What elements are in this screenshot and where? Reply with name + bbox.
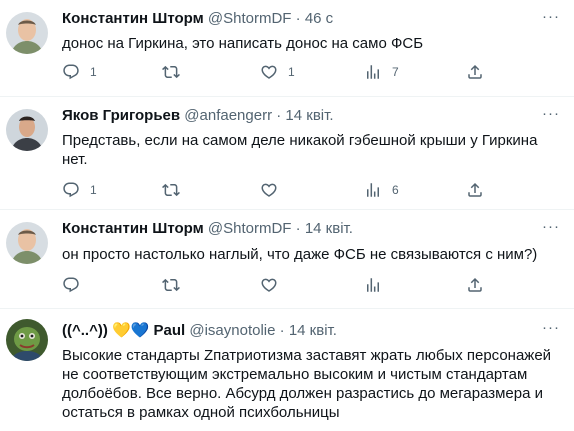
avatar[interactable] xyxy=(6,12,48,54)
like-button[interactable] xyxy=(260,276,278,294)
like-count: 1 xyxy=(288,65,295,79)
like-button[interactable]: 1 xyxy=(260,63,295,81)
reply-button[interactable]: 1 xyxy=(62,63,97,81)
timestamp[interactable]: 14 квіт. xyxy=(285,107,333,124)
separator-dot: · xyxy=(295,220,301,237)
retweet-button[interactable] xyxy=(162,181,190,199)
retweet-icon xyxy=(162,181,180,199)
share-button[interactable] xyxy=(466,63,484,81)
share-icon xyxy=(466,276,484,294)
author-name[interactable]: ((^..^)) 💛💙 Paul xyxy=(62,322,185,339)
separator-dot: · xyxy=(279,322,285,339)
timestamp[interactable]: 46 с xyxy=(305,10,333,27)
tweet-text: он просто настолько наглый, что даже ФСБ… xyxy=(62,246,538,263)
tweet-text: Высокие стандарты Zпатриотизма заставят … xyxy=(62,347,552,421)
author-handle[interactable]: @anfaengerr xyxy=(184,107,272,124)
action-bar xyxy=(62,276,502,296)
author-name[interactable]: Яков Григорьев xyxy=(62,107,180,124)
avatar[interactable] xyxy=(6,319,48,361)
heart-icon xyxy=(260,181,278,199)
tweet[interactable]: Яков Григорьев @anfaengerr · 14 квіт. ··… xyxy=(0,97,574,209)
views-count: 6 xyxy=(392,183,399,197)
views-button[interactable]: 7 xyxy=(364,63,399,81)
reply-button[interactable] xyxy=(62,276,80,294)
reply-icon xyxy=(62,276,80,294)
share-button[interactable] xyxy=(466,181,484,199)
tweet-header: Константин Шторм @ShtormDF · 46 с xyxy=(62,10,333,27)
views-button[interactable] xyxy=(364,276,382,294)
tweet[interactable]: Константин Шторм @ShtormDF · 14 квіт. ··… xyxy=(0,210,574,306)
retweet-icon xyxy=(162,63,180,81)
views-count: 7 xyxy=(392,65,399,79)
more-icon[interactable]: ··· xyxy=(542,8,560,25)
views-icon xyxy=(364,181,382,199)
reply-count: 1 xyxy=(90,183,97,197)
avatar[interactable] xyxy=(6,109,48,151)
avatar[interactable] xyxy=(6,222,48,264)
action-bar: 1 6 xyxy=(62,181,502,201)
author-name[interactable]: Константин Шторм xyxy=(62,220,204,237)
share-icon xyxy=(466,181,484,199)
timestamp[interactable]: 14 квіт. xyxy=(289,322,337,339)
tweet[interactable]: ((^..^)) 💛💙 Paul @isaynotolie · 14 квіт.… xyxy=(0,309,574,431)
tweet-text: Представь, если на самом деле никакой гэ… xyxy=(62,132,538,168)
views-button[interactable]: 6 xyxy=(364,181,399,199)
retweet-button[interactable] xyxy=(162,63,190,81)
action-bar: 1 1 7 xyxy=(62,63,502,83)
views-icon xyxy=(364,276,382,294)
more-icon[interactable]: ··· xyxy=(542,105,560,122)
tweet-header: Константин Шторм @ShtormDF · 14 квіт. xyxy=(62,220,353,237)
share-icon xyxy=(466,63,484,81)
tweet-text: донос на Гиркина, это написать донос на … xyxy=(62,35,424,52)
reply-icon xyxy=(62,181,80,199)
author-handle[interactable]: @ShtormDF xyxy=(208,10,292,27)
reply-button[interactable]: 1 xyxy=(62,181,97,199)
share-button[interactable] xyxy=(466,276,484,294)
separator-dot: · xyxy=(276,107,282,124)
tweet-header: Яков Григорьев @anfaengerr · 14 квіт. xyxy=(62,107,334,124)
tweet[interactable]: Константин Шторм @ShtormDF · 46 с ··· до… xyxy=(0,0,574,96)
retweet-button[interactable] xyxy=(162,276,180,294)
timestamp[interactable]: 14 квіт. xyxy=(305,220,353,237)
views-icon xyxy=(364,63,382,81)
like-button[interactable] xyxy=(260,181,288,199)
separator-dot: · xyxy=(295,10,301,27)
heart-icon xyxy=(260,276,278,294)
author-handle[interactable]: @isaynotolie xyxy=(189,322,275,339)
more-icon[interactable]: ··· xyxy=(542,319,560,336)
reply-count: 1 xyxy=(90,65,97,79)
reply-icon xyxy=(62,63,80,81)
retweet-icon xyxy=(162,276,180,294)
author-handle[interactable]: @ShtormDF xyxy=(208,220,292,237)
tweet-header: ((^..^)) 💛💙 Paul @isaynotolie · 14 квіт. xyxy=(62,321,337,339)
more-icon[interactable]: ··· xyxy=(542,218,560,235)
author-name[interactable]: Константин Шторм xyxy=(62,10,204,27)
heart-icon xyxy=(260,63,278,81)
